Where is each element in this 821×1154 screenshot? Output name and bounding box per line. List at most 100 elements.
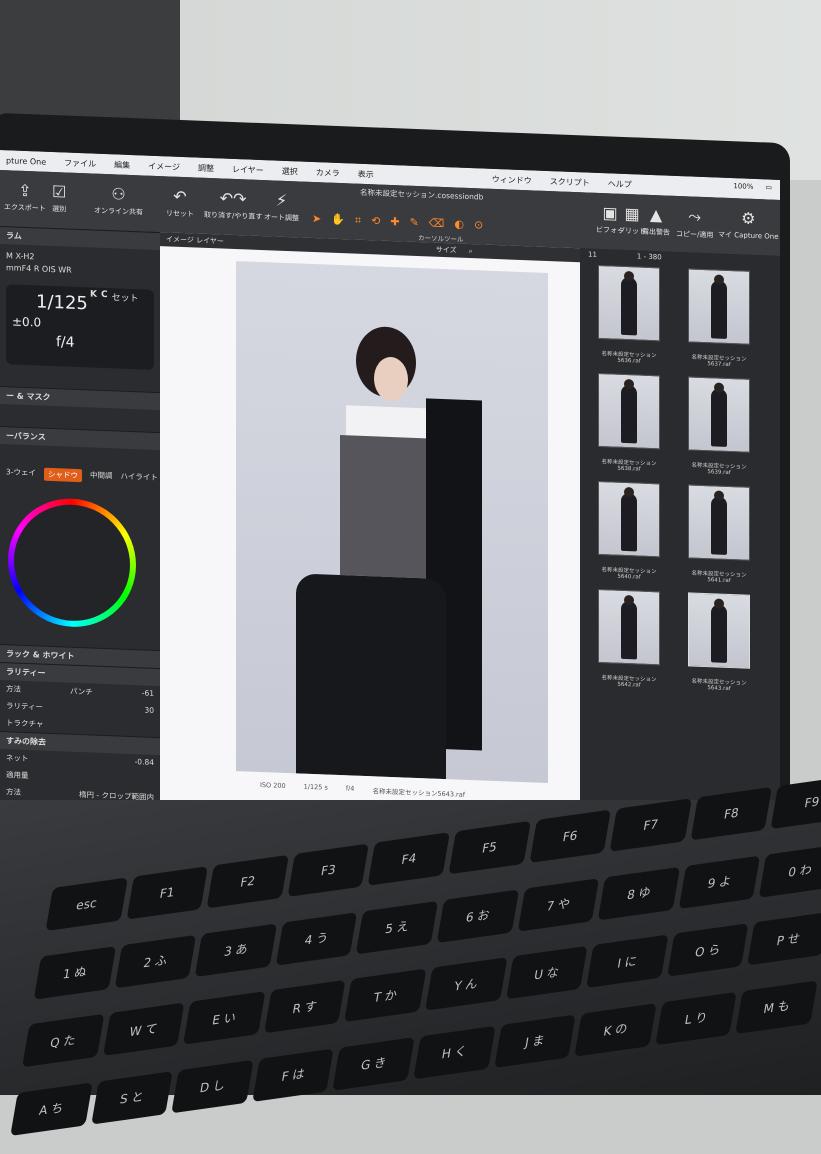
method-label: 方法 bbox=[6, 684, 21, 694]
zoom-icon[interactable]: ⌕ bbox=[469, 247, 473, 256]
menu-adjust[interactable]: 調整 bbox=[198, 162, 214, 174]
key[interactable]: M も bbox=[735, 980, 818, 1034]
key[interactable]: I に bbox=[586, 934, 669, 989]
menu-edit[interactable]: 編集 bbox=[114, 159, 130, 171]
gradient-icon[interactable]: ◐ bbox=[454, 217, 464, 231]
thumbnail-person bbox=[711, 496, 727, 555]
menu-window[interactable]: ウィンドウ bbox=[492, 173, 532, 186]
thumbnail-image bbox=[598, 264, 660, 342]
key[interactable]: 9 よ bbox=[678, 855, 761, 909]
rotate-icon[interactable]: ⟲ bbox=[371, 214, 380, 228]
key[interactable]: L り bbox=[655, 991, 738, 1045]
color-label[interactable]: C bbox=[101, 290, 108, 303]
clarity2-value[interactable]: 30 bbox=[144, 706, 154, 717]
picker-icon[interactable]: ⊙ bbox=[474, 218, 483, 232]
thumbnail-selected[interactable]: 名称未設定セッション5643.raf bbox=[684, 592, 754, 695]
thumbnail-image bbox=[598, 372, 660, 450]
key[interactable]: R す bbox=[263, 979, 346, 1034]
user-icon: ⚙ bbox=[741, 208, 756, 229]
menu-camera[interactable]: カメラ bbox=[316, 167, 340, 179]
cursor-tool-row: ➤ ✋ ⌗ ⟲ ✚ ✎ ⌫ ◐ ⊙ bbox=[312, 212, 483, 233]
tab-midtone[interactable]: 中間調 bbox=[90, 469, 113, 483]
pointer-icon[interactable]: ➤ bbox=[312, 212, 321, 226]
tab-highlight[interactable]: ハイライト bbox=[120, 471, 157, 485]
key[interactable]: F は bbox=[252, 1047, 335, 1102]
clarity-value[interactable]: -61 bbox=[142, 688, 154, 699]
select-button[interactable]: ☑ 選別 bbox=[52, 182, 66, 215]
menu-help[interactable]: ヘルプ bbox=[608, 178, 632, 190]
key[interactable]: U な bbox=[505, 945, 588, 1000]
apply-label: 適用量 bbox=[6, 770, 29, 781]
thumbnail[interactable]: 名称未設定セッション5642.raf bbox=[594, 588, 664, 692]
key[interactable]: S と bbox=[90, 1070, 173, 1125]
menu-file[interactable]: ファイル bbox=[64, 157, 96, 169]
eraser-icon[interactable]: ⌫ bbox=[429, 216, 445, 231]
thumbnail[interactable]: 名称未設定セッション5641.raf bbox=[684, 484, 754, 587]
shutter-label: 1/125 s bbox=[303, 782, 328, 792]
menu-layer[interactable]: レイヤー bbox=[232, 163, 264, 175]
set-button[interactable]: セット bbox=[112, 290, 139, 304]
key[interactable]: G き bbox=[332, 1036, 415, 1091]
thumbnail[interactable]: 名称未設定セッション5638.raf bbox=[594, 372, 664, 476]
key[interactable]: 1 ぬ bbox=[33, 945, 116, 1000]
undo-redo-button[interactable]: ↶↷ 取り消す/やり直す bbox=[204, 188, 262, 222]
thumbnail-image bbox=[688, 484, 750, 561]
key[interactable]: D し bbox=[171, 1059, 254, 1113]
thumbnail[interactable]: 名称未設定セッション5640.raf bbox=[594, 480, 664, 584]
key[interactable]: P せ bbox=[747, 911, 821, 966]
size-label[interactable]: サイズ bbox=[436, 245, 457, 256]
app-menu[interactable]: pture One bbox=[6, 156, 46, 167]
key[interactable]: 5 え bbox=[356, 900, 439, 954]
image-viewer: イメージ レイヤー サイズ ⌕ ISO 200 1/125 s f/4 名称未設… bbox=[160, 232, 586, 863]
my-capture-one-button[interactable]: ⚙ マイ Capture One bbox=[718, 208, 779, 242]
menu-select[interactable]: 選択 bbox=[282, 165, 298, 177]
battery-icon: ▭ bbox=[765, 183, 772, 192]
key[interactable]: J ま bbox=[493, 1013, 576, 1068]
tab-shadow[interactable]: シャドウ bbox=[43, 467, 82, 483]
copy-apply-button[interactable]: ⤳ コピー/適用 bbox=[676, 206, 713, 240]
menu-script[interactable]: スクリプト bbox=[550, 176, 590, 189]
key[interactable]: K の bbox=[574, 1002, 657, 1057]
kelvin-label[interactable]: K bbox=[90, 289, 97, 302]
method-select[interactable]: パンチ bbox=[70, 686, 93, 698]
key[interactable]: 4 う bbox=[275, 911, 358, 966]
key[interactable]: O ら bbox=[666, 923, 749, 977]
export-button[interactable]: ⇪ エクスポート bbox=[4, 180, 46, 214]
hand-icon[interactable]: ✋ bbox=[331, 213, 345, 228]
key[interactable]: W て bbox=[102, 1002, 185, 1057]
key[interactable]: E い bbox=[183, 991, 266, 1045]
key[interactable]: A ち bbox=[10, 1081, 93, 1136]
thumbnail[interactable]: 名称未設定セッション5637.raf bbox=[684, 268, 754, 371]
thumbnail[interactable]: 名称未設定セッション5639.raf bbox=[684, 376, 754, 479]
key[interactable]: 6 お bbox=[436, 889, 519, 943]
key[interactable]: Y ん bbox=[425, 957, 508, 1011]
key[interactable]: 3 あ bbox=[194, 923, 277, 977]
main-photo[interactable] bbox=[236, 261, 548, 784]
key[interactable]: T か bbox=[344, 968, 427, 1023]
crop-icon[interactable]: ⌗ bbox=[355, 214, 361, 228]
menu-image[interactable]: イメージ bbox=[148, 160, 180, 172]
layers-mask-header[interactable]: ー & マスク bbox=[0, 386, 160, 411]
thumbnail-image bbox=[598, 480, 660, 558]
reset-button[interactable]: ↶ リセット bbox=[166, 186, 194, 219]
structure-label: トラクチャ bbox=[6, 718, 44, 729]
color-balance-header[interactable]: ーバランス bbox=[0, 426, 160, 451]
copy-icon: ⤳ bbox=[688, 206, 702, 226]
key[interactable]: 2 ふ bbox=[114, 934, 197, 988]
color-wheel[interactable] bbox=[8, 496, 136, 630]
heal-icon[interactable]: ✚ bbox=[390, 215, 399, 229]
auto-adjust-button[interactable]: ⚡ オート調整 bbox=[264, 190, 299, 223]
vignette-value[interactable]: -0.84 bbox=[135, 757, 154, 769]
online-share-button[interactable]: ⚇ オンライン共有 bbox=[94, 184, 143, 218]
key[interactable]: 0 わ bbox=[759, 843, 821, 898]
tab-3way[interactable]: 3-ウェイ bbox=[6, 466, 36, 480]
viewer-tab[interactable]: イメージ レイヤー bbox=[166, 234, 224, 246]
key[interactable]: Q た bbox=[22, 1013, 105, 1068]
thumbnail[interactable]: 名称未設定セッション5636.raf bbox=[594, 264, 664, 368]
key[interactable]: 8 ゆ bbox=[597, 866, 680, 920]
exposure-warning-button[interactable]: ▲ 露出警告 bbox=[642, 205, 670, 238]
key[interactable]: 7 や bbox=[517, 877, 600, 932]
key[interactable]: H く bbox=[413, 1025, 496, 1079]
menu-view[interactable]: 表示 bbox=[358, 168, 374, 180]
brush-icon[interactable]: ✎ bbox=[410, 216, 419, 230]
